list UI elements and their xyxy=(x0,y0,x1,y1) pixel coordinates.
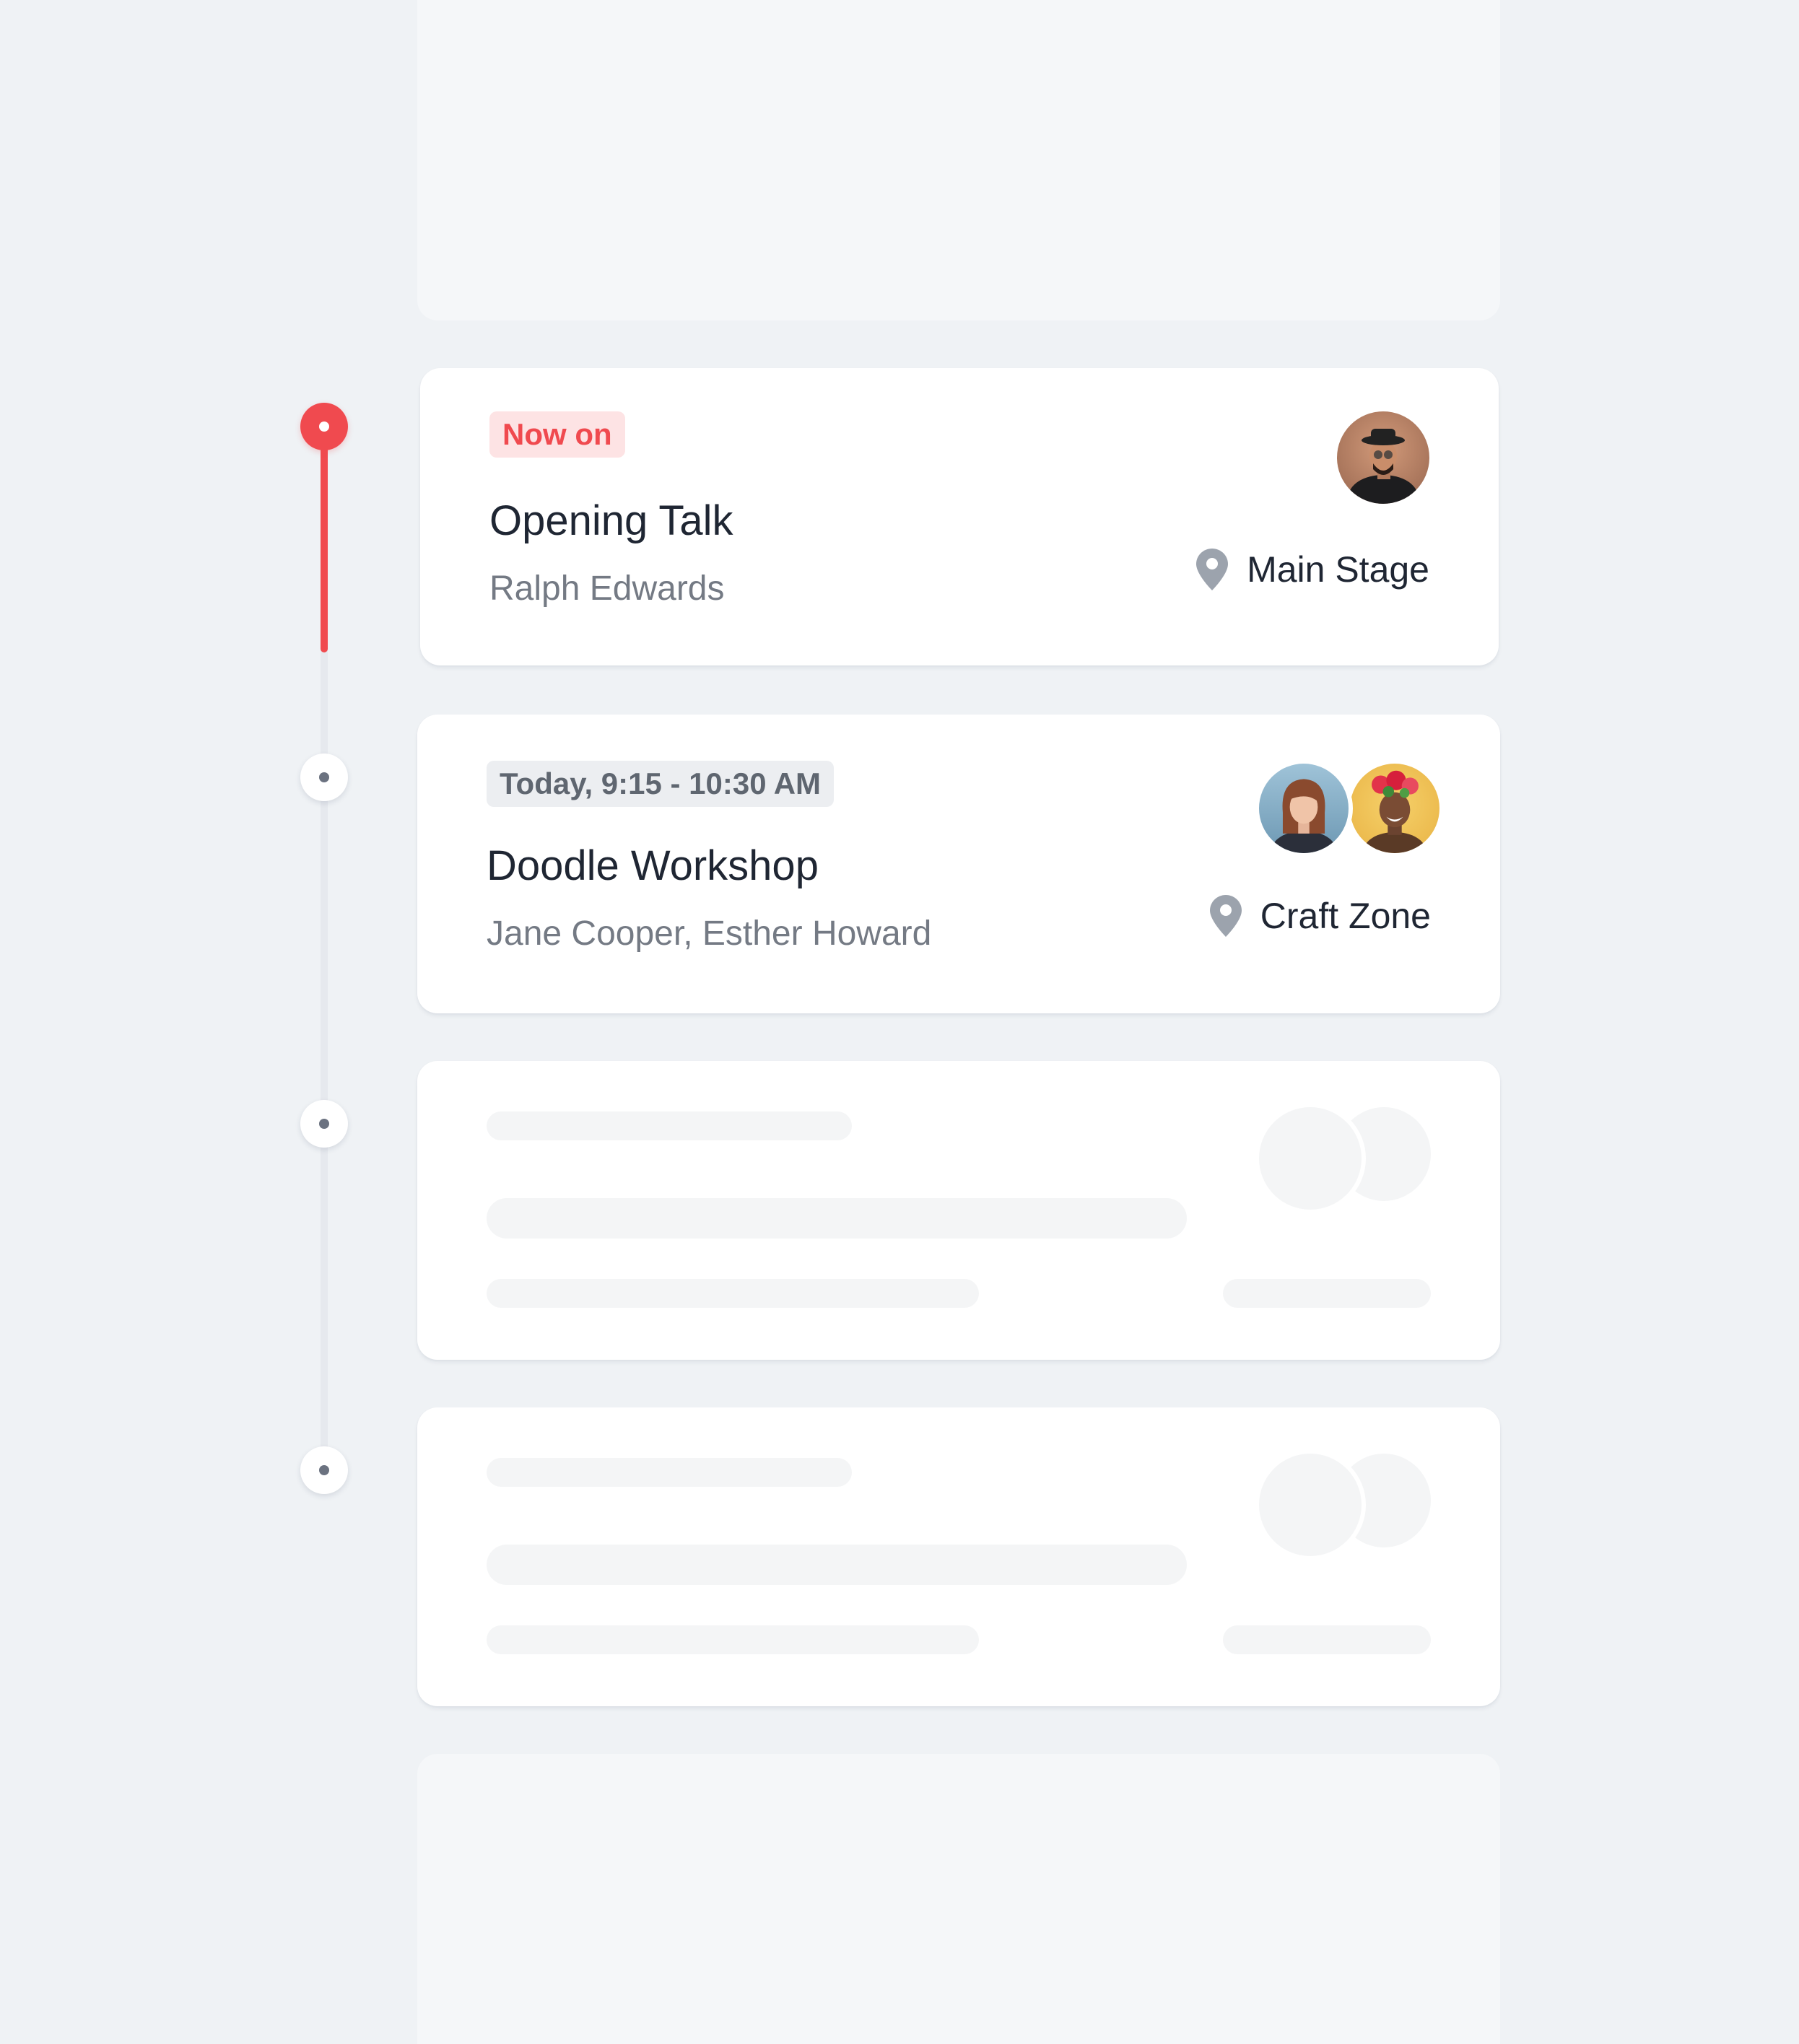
skeleton-line xyxy=(487,1111,852,1140)
timeline-progress xyxy=(321,426,328,652)
timeline-dot xyxy=(300,1100,348,1148)
skeleton-line xyxy=(487,1279,979,1308)
event-speakers: Jane Cooper, Esther Howard xyxy=(487,914,932,953)
timeline-dot xyxy=(300,1446,348,1494)
event-location[interactable]: Main Stage xyxy=(1196,549,1429,590)
event-card-skeleton xyxy=(417,1407,1500,1706)
skeleton-line xyxy=(487,1198,1187,1239)
skeleton-line xyxy=(1223,1625,1431,1654)
speaker-avatar[interactable] xyxy=(1346,759,1444,857)
map-pin-icon xyxy=(1209,895,1242,937)
speaker-avatar[interactable] xyxy=(1337,411,1429,504)
event-title: Opening Talk xyxy=(489,497,733,544)
now-on-badge: Now on xyxy=(489,411,625,458)
skeleton-avatar xyxy=(1255,1103,1366,1214)
event-speakers: Ralph Edwards xyxy=(489,569,725,608)
timeline-dot-live xyxy=(300,403,348,450)
event-location[interactable]: Craft Zone xyxy=(1209,895,1431,937)
skeleton-line xyxy=(1223,1279,1431,1308)
skeleton-avatar xyxy=(1255,1449,1366,1560)
skeleton-line xyxy=(487,1545,1187,1585)
timeline-dot xyxy=(300,754,348,801)
event-card-skeleton xyxy=(417,1061,1500,1360)
event-card-doodle-workshop[interactable]: Today, 9:15 - 10:30 AM Doodle Workshop J… xyxy=(417,715,1500,1013)
map-pin-icon xyxy=(1196,549,1229,590)
event-card-opening-talk[interactable]: Now on Opening Talk Ralph Edwards Main S… xyxy=(420,368,1499,665)
location-label: Main Stage xyxy=(1247,549,1429,590)
skeleton-line xyxy=(487,1625,979,1654)
ghost-card-bottom xyxy=(417,1754,1500,2044)
speaker-avatar[interactable] xyxy=(1255,759,1353,857)
time-badge: Today, 9:15 - 10:30 AM xyxy=(487,761,835,807)
ghost-card-top xyxy=(417,0,1500,320)
event-title: Doodle Workshop xyxy=(487,842,819,889)
skeleton-line xyxy=(487,1458,852,1487)
location-label: Craft Zone xyxy=(1260,896,1431,936)
